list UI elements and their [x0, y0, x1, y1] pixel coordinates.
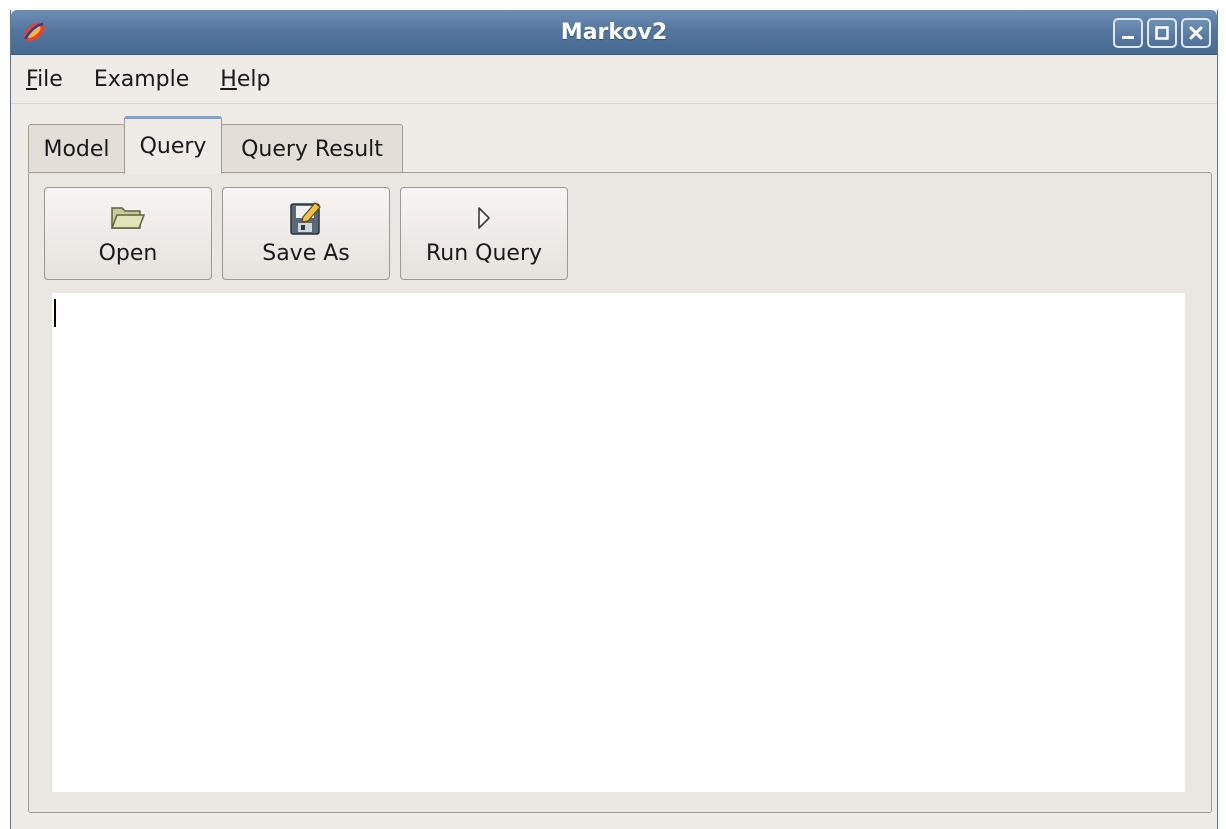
close-button[interactable]	[1181, 18, 1211, 48]
open-button[interactable]: Open	[44, 187, 212, 280]
tab-model-label: Model	[43, 136, 110, 162]
tab-query-result-label: Query Result	[241, 136, 383, 162]
menu-help-mnemonic: H	[220, 66, 237, 92]
tab-model[interactable]: Model	[28, 124, 125, 173]
maximize-icon	[1155, 26, 1169, 40]
minimize-icon	[1122, 36, 1134, 39]
menu-file-mnemonic: F	[26, 66, 38, 92]
tab-query-label: Query	[139, 134, 207, 159]
window-title: Markov2	[560, 20, 668, 45]
menu-help[interactable]: Help	[220, 66, 271, 92]
tab-query[interactable]: Query	[124, 116, 222, 174]
query-editor[interactable]	[52, 293, 1185, 792]
maximize-button[interactable]	[1147, 18, 1177, 48]
run-arrow-icon	[478, 207, 490, 229]
title-bar[interactable]: Markov2	[11, 10, 1217, 55]
menu-file[interactable]: File	[26, 66, 63, 92]
save-as-button[interactable]: Save As	[222, 187, 390, 280]
text-cursor	[54, 299, 56, 327]
query-panel: Open Save As Run Query	[28, 172, 1212, 813]
folder-open-icon	[110, 207, 146, 229]
open-button-label: Open	[98, 241, 158, 266]
save-as-button-label: Save As	[262, 241, 350, 266]
save-as-icon	[290, 202, 321, 235]
tab-query-result[interactable]: Query Result	[221, 124, 403, 173]
menu-help-label: elp	[236, 66, 271, 92]
run-query-button-label: Run Query	[425, 241, 543, 266]
window-controls	[1113, 18, 1211, 48]
menu-example-label: Example	[93, 66, 190, 92]
minimize-button[interactable]	[1113, 18, 1143, 48]
menu-file-label: ile	[37, 66, 63, 92]
app-window: Markov2 File Example Help Model Query Qu…	[10, 10, 1218, 829]
close-icon	[1189, 26, 1203, 40]
menu-example[interactable]: Example	[93, 66, 190, 92]
menu-bar: File Example Help	[11, 56, 1217, 104]
run-query-button[interactable]: Run Query	[400, 187, 568, 280]
